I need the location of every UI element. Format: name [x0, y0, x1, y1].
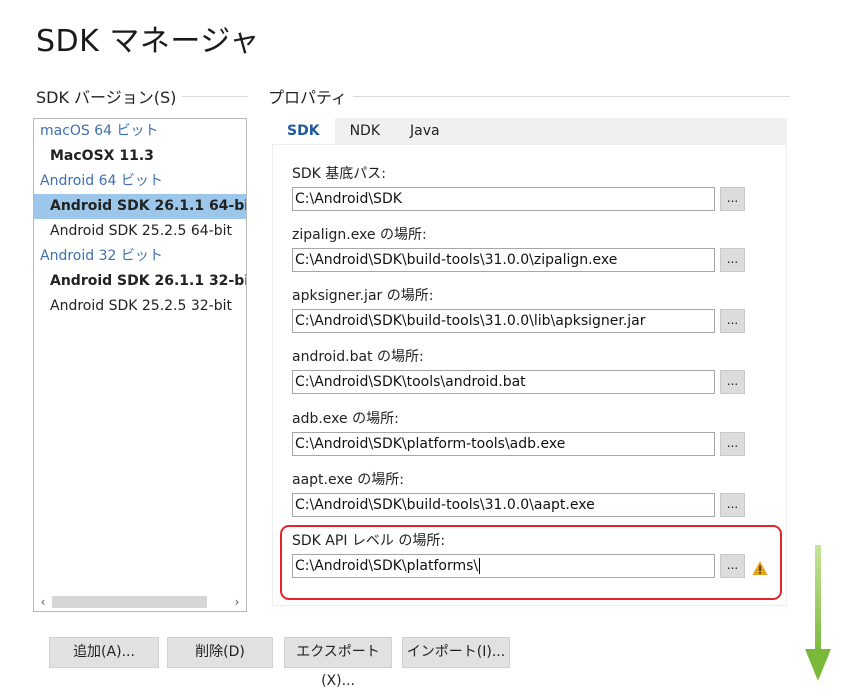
sdk-list-item[interactable]: Android SDK 25.2.5 64-bit — [34, 219, 246, 244]
sdk-list-item[interactable]: MacOSX 11.3 — [34, 144, 246, 169]
browse-button[interactable]: ... — [720, 370, 745, 394]
properties-heading-label: プロパティ — [268, 88, 348, 107]
sdk-group-header: Android 32 ビット — [40, 248, 163, 264]
sdk-list-item[interactable]: Android SDK 25.2.5 32-bit — [34, 294, 246, 319]
path-input[interactable]: C:\Android\SDK\build-tools\31.0.0\zipali… — [292, 248, 715, 272]
field-label: adb.exe の場所: — [292, 411, 399, 427]
path-input-value: C:\Android\SDK\build-tools\31.0.0\aapt.e… — [295, 497, 595, 513]
sdk-group-header: Android 64 ビット — [40, 173, 163, 189]
path-input[interactable]: C:\Android\SDK\tools\android.bat — [292, 370, 715, 394]
path-input-value: C:\Android\SDK\build-tools\31.0.0\zipali… — [295, 252, 618, 268]
properties-heading: プロパティ — [268, 84, 790, 108]
tab-ndk[interactable]: NDK — [335, 118, 395, 144]
field-label: apksigner.jar の場所: — [292, 288, 434, 304]
divider — [353, 95, 790, 97]
arrow-down-icon — [805, 545, 831, 681]
import-button[interactable]: インポート(I)... — [402, 637, 510, 668]
path-input[interactable]: C:\Android\SDK — [292, 187, 715, 211]
sdk-version-items: macOS 64 ビット MacOSX 11.3 Android 64 ビット And… — [34, 119, 246, 319]
browse-button[interactable]: ... — [720, 309, 745, 333]
tab-java[interactable]: Java — [395, 118, 455, 144]
horizontal-scrollbar[interactable]: ‹ › — [34, 593, 246, 611]
path-input-value: C:\Android\SDK\tools\android.bat — [295, 374, 526, 390]
path-input-value: C:\Android\SDK\platform-tools\adb.exe — [295, 436, 566, 452]
highlight-annotation — [280, 525, 782, 600]
scrollbar-track[interactable] — [52, 593, 228, 611]
export-button[interactable]: エクスポート(X)... — [284, 637, 392, 689]
add-button[interactable]: 追加(A)... — [49, 637, 159, 668]
sdk-version-heading-label: SDK バージョン(S) — [36, 88, 177, 107]
sdk-list-item[interactable]: Android SDK 26.1.1 32-bit — [34, 269, 246, 294]
field-label: SDK 基底パス: — [292, 166, 387, 182]
sdk-group-header: macOS 64 ビット — [40, 123, 159, 139]
browse-button[interactable]: ... — [720, 493, 745, 517]
path-input[interactable]: C:\Android\SDK\build-tools\31.0.0\aapt.e… — [292, 493, 715, 517]
chevron-right-icon[interactable]: › — [228, 595, 246, 609]
sdk-version-heading: SDK バージョン(S) — [36, 84, 248, 108]
divider — [182, 95, 248, 97]
field-label: zipalign.exe の場所: — [292, 227, 427, 243]
field-label: android.bat の場所: — [292, 349, 424, 365]
browse-button[interactable]: ... — [720, 432, 745, 456]
field-label: aapt.exe の場所: — [292, 472, 404, 488]
remove-button[interactable]: 削除(D) — [167, 637, 273, 668]
path-input[interactable]: C:\Android\SDK\platform-tools\adb.exe — [292, 432, 715, 456]
sdk-version-list[interactable]: macOS 64 ビット MacOSX 11.3 Android 64 ビット And… — [33, 118, 247, 612]
path-input[interactable]: C:\Android\SDK\build-tools\31.0.0\lib\ap… — [292, 309, 715, 333]
chevron-left-icon[interactable]: ‹ — [34, 595, 52, 609]
path-input-value: C:\Android\SDK\build-tools\31.0.0\lib\ap… — [295, 313, 646, 329]
path-input-value: C:\Android\SDK — [295, 191, 402, 207]
sdk-list-item[interactable]: Android SDK 26.1.1 64-bit — [34, 194, 246, 219]
scrollbar-thumb[interactable] — [52, 596, 207, 608]
page-title: SDK マネージャ — [36, 24, 260, 59]
browse-button[interactable]: ... — [720, 248, 745, 272]
tab-sdk[interactable]: SDK — [272, 118, 335, 144]
properties-tabs: SDK NDK Java — [272, 118, 787, 144]
warning-icon — [752, 561, 768, 575]
browse-button[interactable]: ... — [720, 187, 745, 211]
